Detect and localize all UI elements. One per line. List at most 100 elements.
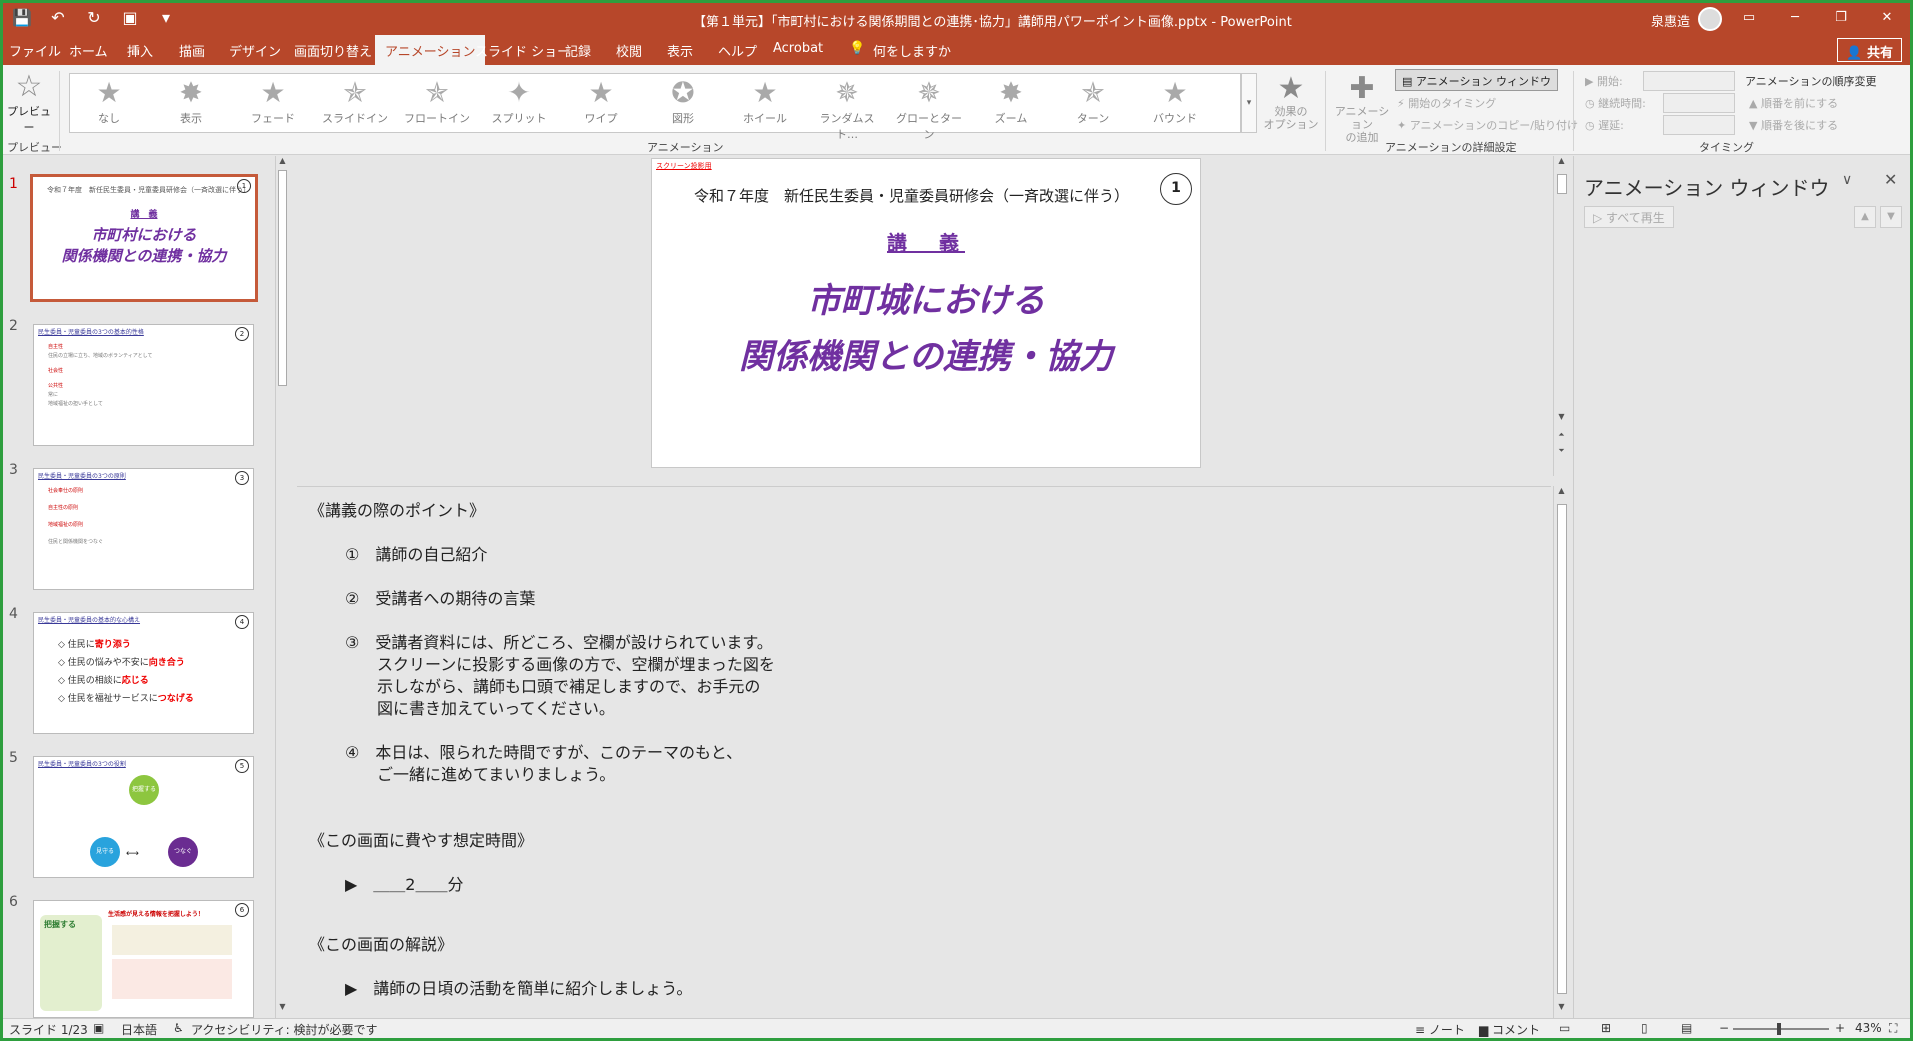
spellcheck-icon[interactable]: ▣ — [93, 1021, 104, 1035]
notes-pane[interactable]: 《講義の際のポイント》 ① 講師の自己紹介 ② 受講者への期待の言葉 ③ 受講者… — [297, 486, 1551, 1018]
anim-shape[interactable]: ✪ 図形 — [648, 76, 718, 126]
play-all-button[interactable]: ▷ すべて再生 — [1584, 206, 1674, 228]
effect-options-button[interactable]: ★ 効果の オプション — [1261, 73, 1321, 132]
normal-view-icon[interactable]: ▭ — [1559, 1021, 1570, 1035]
add-animation-button[interactable]: ✚ アニメーション の追加 — [1331, 73, 1393, 145]
start-select[interactable] — [1643, 71, 1735, 91]
zoom-level[interactable]: 43% — [1855, 1021, 1882, 1035]
slide-sorter-icon[interactable]: ⊞ — [1601, 1021, 1611, 1035]
tab-home[interactable]: ホーム — [69, 41, 108, 60]
slide-thumb-2[interactable]: 民生委員・児童委員の3つの基本的性格 2 自主性 住民の立場に立ち、地域のボラン… — [33, 324, 254, 446]
anim-split[interactable]: ✦ スプリット — [484, 76, 554, 126]
duration-input[interactable] — [1663, 93, 1735, 113]
redo-icon[interactable]: ↻ — [83, 8, 105, 27]
anim-zoom[interactable]: ✸ ズーム — [976, 76, 1046, 126]
zoom-in-icon[interactable]: + — [1835, 1021, 1845, 1035]
slideshow-icon[interactable]: ▤ — [1681, 1021, 1692, 1035]
chevron-down-icon[interactable]: ∨ — [1842, 172, 1852, 188]
reading-view-icon[interactable]: ▯ — [1641, 1021, 1648, 1035]
projection-label[interactable]: スクリーン投影用 — [656, 161, 712, 171]
close-icon[interactable]: ✕ — [1884, 170, 1897, 189]
preview-button[interactable]: ☆ プレビュー — [5, 71, 53, 135]
tell-me-search[interactable]: 何をしますか — [873, 41, 951, 60]
slide-scrollbar[interactable]: ▲ ▼ ⏶ ⏷ — [1553, 156, 1569, 476]
next-slide-icon[interactable]: ⏷ — [1554, 446, 1569, 460]
comments-button[interactable]: ▆ コメント — [1479, 1021, 1540, 1038]
slide-thumb-1[interactable]: 令和７年度 新任民生委員・児童委員研修会（一斉改選に伴う） 1 講 義 市町村に… — [30, 174, 258, 302]
scroll-down-icon[interactable]: ▼ — [1554, 412, 1569, 426]
anim-turn[interactable]: ✯ ターン — [1058, 76, 1128, 126]
zoom-knob[interactable] — [1777, 1023, 1781, 1035]
anim-fly-in[interactable]: ✯ スライドイン — [320, 76, 390, 126]
delay-input[interactable] — [1663, 115, 1735, 135]
anim-wipe[interactable]: ★ ワイプ — [566, 76, 636, 126]
tab-file[interactable]: ファイル — [9, 41, 61, 60]
anim-fade[interactable]: ★ フェード — [238, 76, 308, 126]
restore-icon[interactable]: ❐ — [1818, 3, 1864, 35]
close-icon[interactable]: ✕ — [1864, 3, 1910, 35]
minimize-icon[interactable]: ─ — [1772, 3, 1818, 35]
move-earlier-button[interactable]: ▲ 順番を前にする — [1749, 95, 1838, 111]
move-later-button[interactable]: ▼ 順番を後にする — [1749, 117, 1838, 133]
previous-slide-icon[interactable]: ⏶ — [1554, 430, 1569, 444]
animation-pane-button[interactable]: ▤ アニメーション ウィンドウ — [1395, 69, 1558, 91]
scroll-down-icon[interactable]: ▼ — [276, 1002, 289, 1016]
tab-view[interactable]: 表示 — [667, 41, 693, 60]
present-icon[interactable]: ▣ — [119, 8, 141, 27]
current-slide[interactable]: スクリーン投影用 令和７年度 新任民生委員・児童委員研修会（一斉改選に伴う） 1… — [651, 158, 1201, 468]
slide-main-title[interactable]: 市町城における 関係機関との連携・協力 — [652, 273, 1200, 385]
scroll-up-icon[interactable]: ▲ — [1554, 486, 1569, 500]
slide-header[interactable]: 令和７年度 新任民生委員・児童委員研修会（一斉改選に伴う） — [694, 185, 1129, 206]
anim-grow-turn[interactable]: ✵ グローとターン — [894, 76, 964, 142]
scroll-thumb[interactable] — [1557, 504, 1567, 994]
zoom-slider[interactable] — [1733, 1023, 1829, 1035]
scroll-down-icon[interactable]: ▼ — [1554, 1002, 1569, 1016]
notes-scrollbar[interactable]: ▲ ▼ — [1553, 486, 1569, 1018]
anim-wheel[interactable]: ★ ホイール — [730, 76, 800, 126]
scroll-thumb[interactable] — [278, 170, 287, 386]
tab-acrobat[interactable]: Acrobat — [773, 41, 823, 56]
tab-design[interactable]: デザイン — [229, 41, 281, 60]
slide-counter[interactable]: スライド 1/23 — [9, 1021, 88, 1038]
fit-slide-icon[interactable]: ⛶ — [1889, 1021, 1897, 1036]
move-up-icon[interactable]: ▲ — [1854, 206, 1876, 228]
slide-thumb-6[interactable]: 6 把握する 生活感が見える情報を把握しよう！ — [33, 900, 254, 1018]
customize-icon[interactable]: ▾ — [155, 8, 177, 27]
scroll-thumb[interactable] — [1557, 174, 1567, 194]
tab-record[interactable]: 記録 — [565, 41, 591, 60]
ribbon-display-icon[interactable]: ▭ — [1726, 3, 1772, 35]
scroll-up-icon[interactable]: ▲ — [1554, 156, 1569, 170]
tab-insert[interactable]: 挿入 — [127, 41, 153, 60]
anim-random-bars[interactable]: ✵ ランダムスト… — [812, 76, 882, 142]
scroll-up-icon[interactable]: ▲ — [276, 156, 289, 170]
slide-thumb-4[interactable]: 民生委員・児童委員の基本的な心構え 4 ◇ 住民に寄り添う ◇ 住民の悩みや不安… — [33, 612, 254, 734]
user-name[interactable]: 泉惠造 — [1651, 11, 1690, 30]
notes-button[interactable]: ≡ ノート — [1415, 1021, 1465, 1038]
zoom-out-icon[interactable]: − — [1719, 1021, 1729, 1035]
slide-thumb-3[interactable]: 民生委員・児童委員の3つの原則 3 社会奉仕の原則 自主性の原則 地域福祉の原則… — [33, 468, 254, 590]
tab-review[interactable]: 校閲 — [616, 41, 642, 60]
tab-help[interactable]: ヘルプ — [718, 41, 757, 60]
anim-bounce[interactable]: ★ バウンド — [1140, 76, 1210, 126]
gallery-more-icon[interactable]: ▾ — [1241, 73, 1257, 133]
accessibility-status[interactable]: アクセシビリティ: 検討が必要です — [191, 1021, 378, 1038]
move-down-icon[interactable]: ▼ — [1880, 206, 1902, 228]
slide-subtitle[interactable]: 講 義 — [652, 227, 1200, 256]
tab-slideshow[interactable]: スライド ショー — [475, 41, 570, 60]
slide-thumb-5[interactable]: 民生委員・児童委員の3つの役割 5 把握する 見守る つなぐ ⟷ — [33, 756, 254, 878]
language-indicator[interactable]: 日本語 — [121, 1021, 157, 1038]
tab-draw[interactable]: 描画 — [179, 41, 205, 60]
thumbnails-scrollbar[interactable]: ▲ ▼ — [275, 156, 289, 1018]
start-trigger-button[interactable]: ⚡ 開始のタイミング — [1397, 95, 1496, 111]
avatar[interactable] — [1698, 7, 1722, 31]
tab-animations[interactable]: アニメーション — [375, 35, 486, 65]
undo-icon[interactable]: ↶ — [47, 8, 69, 27]
anim-float-in[interactable]: ✯ フロートイン — [402, 76, 472, 126]
share-button[interactable]: 👤 共有 — [1837, 38, 1902, 62]
anim-none[interactable]: ★ なし — [74, 76, 144, 126]
animation-painter-button[interactable]: ✦ アニメーションのコピー/貼り付け — [1397, 117, 1578, 133]
slide-badge[interactable]: 1 — [1160, 173, 1192, 205]
save-icon[interactable]: 💾 — [11, 8, 33, 27]
anim-appear[interactable]: ✸ 表示 — [156, 76, 226, 126]
tab-transitions[interactable]: 画面切り替え — [294, 41, 372, 60]
